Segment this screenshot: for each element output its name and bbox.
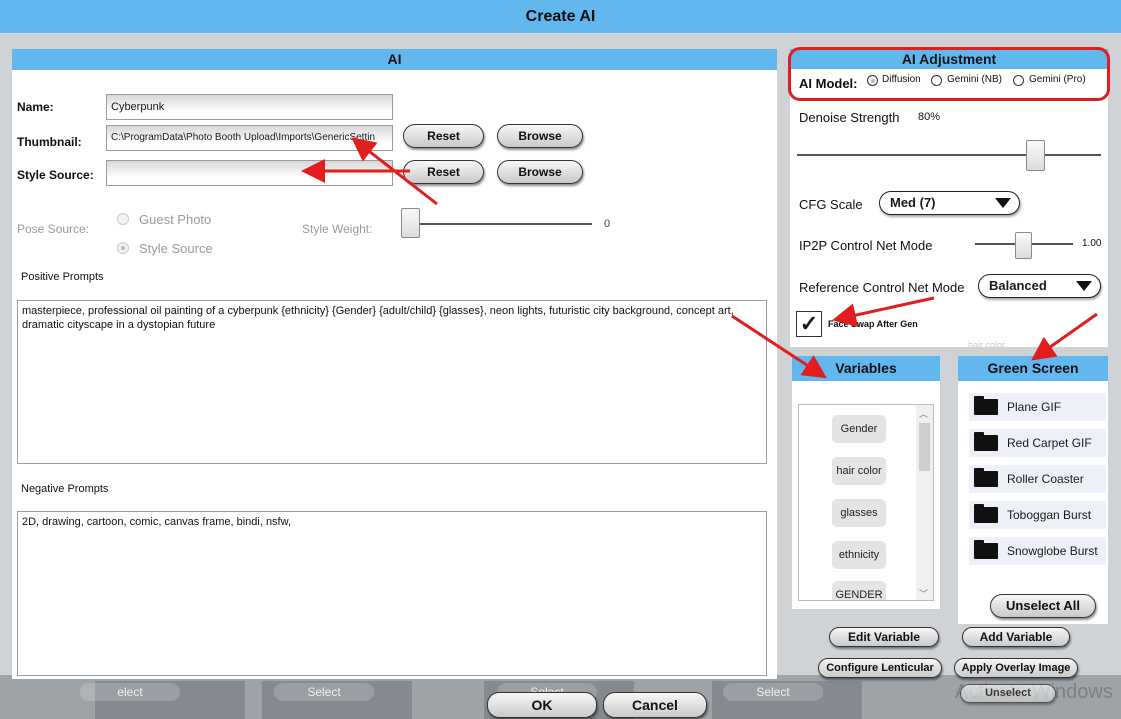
arrow-to-green-screen [1031,312,1098,361]
arrow-to-face-swap [832,296,935,327]
annotation-arrows [301,137,1098,379]
arrow-to-variables [731,314,828,379]
